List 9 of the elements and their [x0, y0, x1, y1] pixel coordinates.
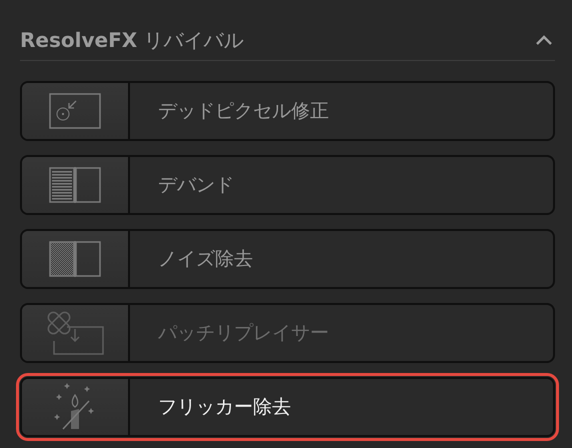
dead-pixel-icon	[49, 93, 101, 129]
noise-split-icon	[49, 241, 101, 277]
effect-button[interactable]: デッドピクセル修正	[20, 81, 555, 141]
section-title: ResolveFX リバイバル	[20, 26, 244, 54]
collapse-chevron-icon[interactable]	[535, 34, 553, 46]
banding-split-icon	[49, 167, 101, 203]
effect-button[interactable]: デバンド	[20, 155, 555, 215]
effect-button[interactable]: ノイズ除去	[20, 229, 555, 289]
bandage-frame-icon	[45, 311, 105, 355]
